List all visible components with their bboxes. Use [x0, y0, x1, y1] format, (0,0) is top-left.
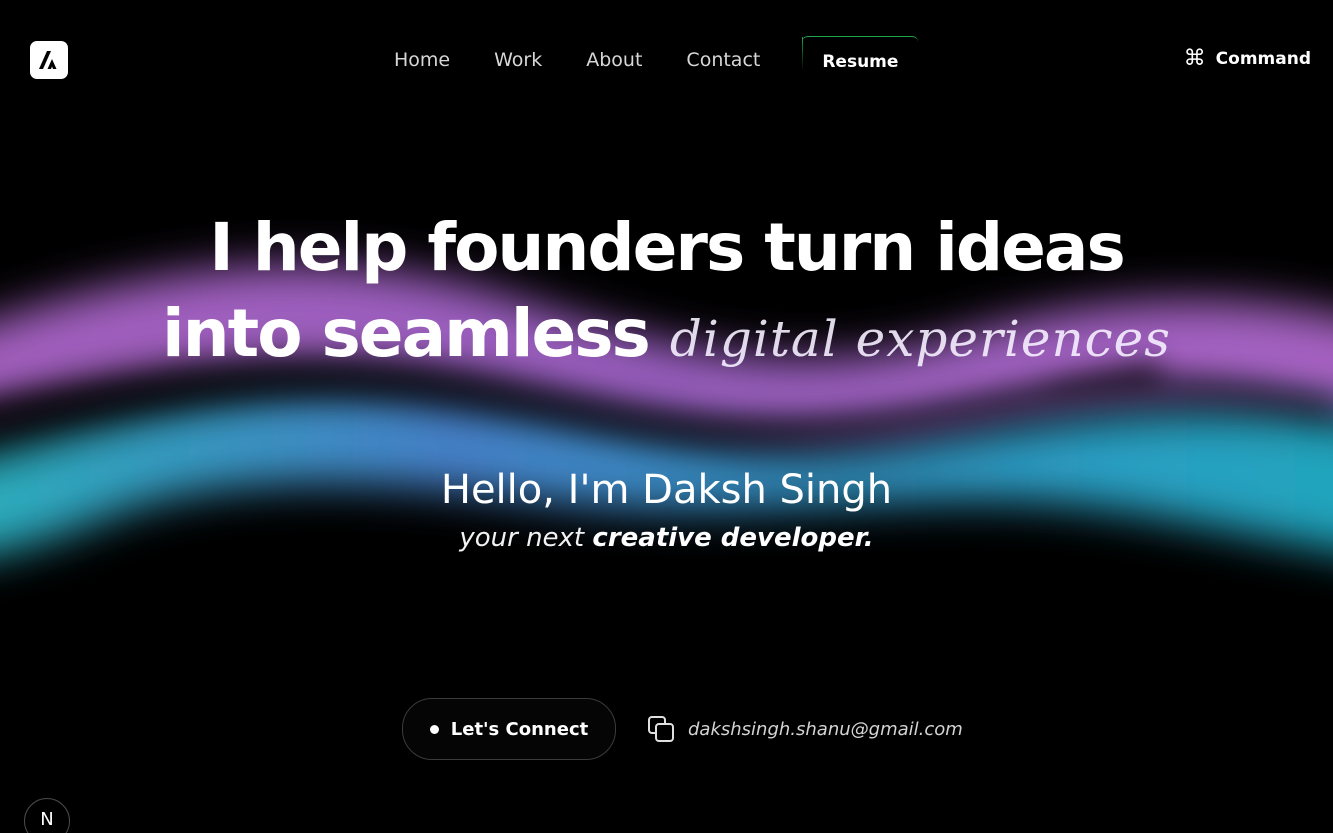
tagline: your next creative developer. [0, 520, 1333, 556]
page: Home Work About Contact Resume ⌘ Command… [0, 0, 1333, 833]
nav-link-home[interactable]: Home [372, 36, 472, 84]
command-label: Command [1215, 49, 1311, 69]
nav-link-about[interactable]: About [564, 36, 664, 84]
nav-links: Home Work About Contact Resume [372, 35, 919, 85]
command-key-icon: ⌘ [1183, 46, 1206, 71]
email-address[interactable]: dakshsingh.shanu@gmail.com [688, 719, 963, 740]
headline-script-part: digital experiences [669, 310, 1171, 368]
aurora-wave-background [0, 265, 1333, 553]
tagline-emphasis: creative developer. [592, 523, 874, 553]
headline-bold-part: into seamless [162, 295, 651, 372]
nextjs-icon: N [40, 808, 54, 830]
nav-link-contact[interactable]: Contact [664, 36, 782, 84]
command-menu-button[interactable]: ⌘ Command [1184, 48, 1311, 70]
hero-headline: I help founders turn ideas into seamless… [0, 205, 1333, 382]
nav-link-work[interactable]: Work [472, 36, 564, 84]
headline-line-2: into seamless digital experiences [0, 291, 1333, 382]
brand-logo-icon [39, 51, 57, 69]
status-dot-icon [429, 724, 439, 734]
headline-line-1: I help founders turn ideas [209, 209, 1125, 286]
lets-connect-button[interactable]: Let's Connect [402, 698, 616, 760]
resume-link[interactable]: Resume [802, 35, 919, 85]
top-navigation: Home Work About Contact Resume ⌘ Command [0, 0, 1333, 120]
greeting: Hello, I'm Daksh Singh [440, 467, 893, 513]
tagline-prefix: your next [459, 523, 585, 553]
copy-icon[interactable] [646, 714, 676, 744]
email-copy: dakshsingh.shanu@gmail.com [646, 713, 963, 745]
brand-logo[interactable] [30, 41, 68, 79]
connect-label: Let's Connect [450, 718, 589, 740]
